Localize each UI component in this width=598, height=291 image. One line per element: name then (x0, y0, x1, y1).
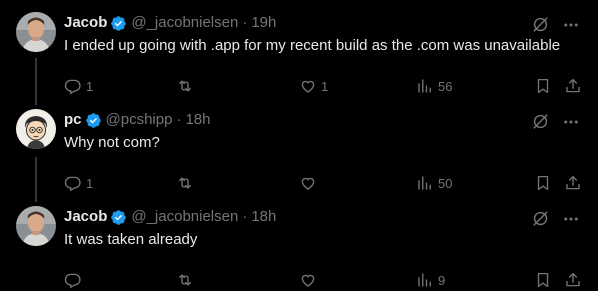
retweet-icon (179, 80, 191, 92)
views-icon (418, 79, 431, 93)
tweet-text: I ended up going with .app for my recent… (64, 37, 561, 54)
tweet-actions: 1 1 56 (64, 76, 584, 96)
verified-badge-icon (85, 112, 101, 128)
retweet-icon (179, 274, 191, 286)
display-name[interactable]: pc (64, 111, 82, 129)
like-button[interactable] (299, 173, 321, 193)
reply-icon (64, 79, 81, 95)
grok-icon[interactable] (531, 112, 550, 131)
bookmark-icon (537, 78, 549, 94)
like-icon (301, 177, 315, 190)
tweet[interactable]: pc @pcshipp · 18h Why not com? 1 50 (0, 109, 598, 192)
grok-icon[interactable] (531, 209, 550, 228)
reply-count: 1 (86, 175, 94, 191)
like-button[interactable]: 1 (299, 76, 328, 96)
timestamp[interactable]: 19h (251, 14, 276, 32)
tweet-text: Why not com? (64, 134, 160, 151)
reply-icon (64, 273, 81, 289)
views-icon (418, 176, 431, 190)
share-icon (566, 78, 580, 93)
reply-count: 1 (86, 78, 94, 94)
retweet-button[interactable] (176, 173, 198, 193)
reply-button[interactable]: 1 (64, 173, 93, 193)
like-icon (301, 274, 315, 287)
views-count: 50 (438, 175, 453, 191)
top-actions (531, 209, 580, 228)
reply-icon (64, 176, 81, 192)
top-actions (531, 112, 580, 131)
tweet-text: It was taken already (64, 231, 198, 248)
user-handle[interactable]: @_jacobnielsen (131, 208, 238, 226)
views-count: 56 (438, 78, 453, 94)
tweet[interactable]: Jacob @_jacobnielsen · 18h It was taken … (0, 206, 598, 289)
avatar[interactable] (16, 206, 56, 246)
tweet-header: pc @pcshipp · 18h (64, 111, 210, 129)
separator-dot: · (176, 111, 182, 128)
retweet-icon (179, 177, 191, 189)
bookmark-button[interactable] (534, 173, 552, 193)
views-count: 9 (438, 272, 446, 288)
display-name[interactable]: Jacob (64, 208, 107, 226)
display-name[interactable]: Jacob (64, 14, 107, 32)
share-button[interactable] (564, 173, 582, 193)
share-button[interactable] (564, 76, 582, 96)
views-icon (418, 273, 431, 287)
tweet-header: Jacob @_jacobnielsen · 18h (64, 208, 276, 226)
verified-badge-icon (111, 209, 127, 225)
retweet-button[interactable] (176, 270, 198, 290)
bookmark-icon (537, 272, 549, 288)
more-icon[interactable] (562, 16, 580, 34)
views-button[interactable]: 56 (416, 76, 452, 96)
top-actions (531, 15, 580, 34)
grok-icon[interactable] (531, 15, 550, 34)
tweet[interactable]: Jacob @_jacobnielsen · 19h I ended up go… (0, 12, 598, 95)
user-handle[interactable]: @pcshipp (106, 111, 173, 129)
timestamp[interactable]: 18h (185, 111, 210, 129)
separator-dot: · (242, 208, 248, 225)
share-icon (566, 175, 580, 190)
views-button[interactable]: 9 (416, 270, 445, 290)
share-button[interactable] (564, 270, 582, 290)
more-icon[interactable] (562, 113, 580, 131)
tweet-actions: 9 (64, 270, 584, 290)
user-handle[interactable]: @_jacobnielsen (131, 14, 238, 32)
bookmark-button[interactable] (534, 76, 552, 96)
reply-button[interactable]: 1 (64, 76, 93, 96)
conversation-thread: Jacob @_jacobnielsen · 19h I ended up go… (0, 0, 598, 291)
reply-button[interactable] (64, 270, 86, 290)
tweet-actions: 1 50 (64, 173, 584, 193)
tweet-header: Jacob @_jacobnielsen · 19h (64, 14, 276, 32)
more-icon[interactable] (562, 210, 580, 228)
bookmark-button[interactable] (534, 270, 552, 290)
avatar[interactable] (16, 109, 56, 149)
views-button[interactable]: 50 (416, 173, 452, 193)
retweet-button[interactable] (176, 76, 198, 96)
verified-badge-icon (111, 15, 127, 31)
like-button[interactable] (299, 270, 321, 290)
like-icon (301, 80, 315, 93)
avatar[interactable] (16, 12, 56, 52)
timestamp[interactable]: 18h (251, 208, 276, 226)
share-icon (566, 272, 580, 287)
like-count: 1 (321, 78, 329, 94)
separator-dot: · (242, 14, 248, 31)
bookmark-icon (537, 175, 549, 191)
